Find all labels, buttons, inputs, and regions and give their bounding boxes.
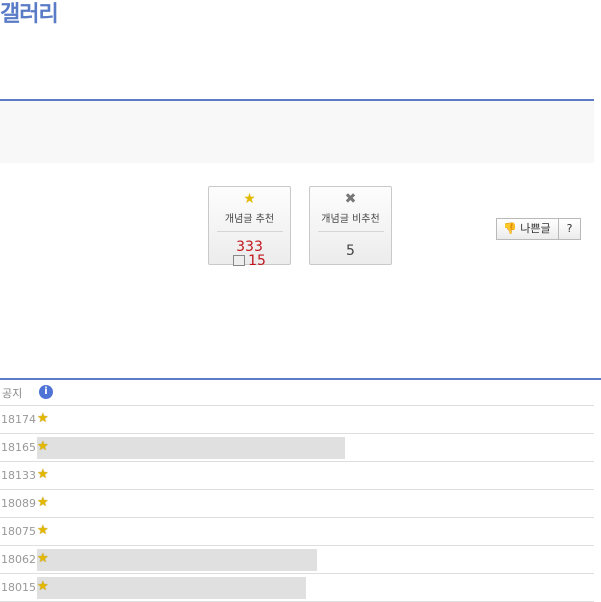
not-recommend-button[interactable]: ✖ 개념글 비추천 5 xyxy=(309,186,392,265)
list-item[interactable]: 18133 ★ xyxy=(0,462,594,490)
report-button[interactable]: 👎 나쁜글 xyxy=(496,218,559,240)
post-number: 18133 xyxy=(1,469,36,482)
recommend-sub-count: 15 xyxy=(209,253,290,269)
help-button[interactable]: ? xyxy=(558,218,581,240)
star-icon: ★ xyxy=(37,495,49,510)
banner-area xyxy=(0,101,594,163)
redacted-title-bar xyxy=(37,577,306,599)
post-number: 18015 xyxy=(1,581,36,594)
post-number: 18062 xyxy=(1,553,36,566)
redacted-title-bar xyxy=(37,437,345,459)
star-icon: ★ xyxy=(37,439,49,454)
fixed-user-icon xyxy=(233,254,246,266)
recommend-button[interactable]: ★ 개념글 추천 333 15 xyxy=(208,186,291,269)
star-icon: ★ xyxy=(37,411,49,426)
list-item[interactable]: 18015 ★ xyxy=(0,574,594,602)
x-icon: ✖ xyxy=(344,191,357,207)
notice-label: 공지 xyxy=(2,387,23,400)
recommend-label: 개념글 추천 xyxy=(224,214,275,225)
post-number: 18075 xyxy=(1,525,36,538)
list-item[interactable]: 18165 ★ xyxy=(0,434,594,462)
list-item[interactable]: 18174 ★ xyxy=(0,406,594,434)
star-icon: ★ xyxy=(243,191,256,207)
redacted-title-bar xyxy=(37,549,317,571)
list-item[interactable]: 18062 ★ xyxy=(0,546,594,574)
post-number: 18174 xyxy=(1,413,36,426)
post-number: 18089 xyxy=(1,497,36,510)
star-icon: ★ xyxy=(37,579,49,594)
notice-row: 공지 i xyxy=(0,380,594,406)
not-recommend-label: 개념글 비추천 xyxy=(321,214,380,225)
report-label: 나쁜글 xyxy=(520,222,551,235)
thumbs-down-icon: 👎 xyxy=(503,222,517,235)
star-icon: ★ xyxy=(37,467,49,482)
info-icon[interactable]: i xyxy=(39,385,53,399)
star-icon: ★ xyxy=(37,551,49,566)
gallery-title: 갤러리 xyxy=(0,2,59,27)
divider xyxy=(317,231,384,232)
not-recommend-count: 5 xyxy=(346,243,355,259)
post-number: 18165 xyxy=(1,441,36,454)
list-item[interactable]: 18089 ★ xyxy=(0,490,594,518)
list-item[interactable]: 18075 ★ xyxy=(0,518,594,546)
star-icon: ★ xyxy=(37,523,49,538)
divider xyxy=(216,231,283,232)
